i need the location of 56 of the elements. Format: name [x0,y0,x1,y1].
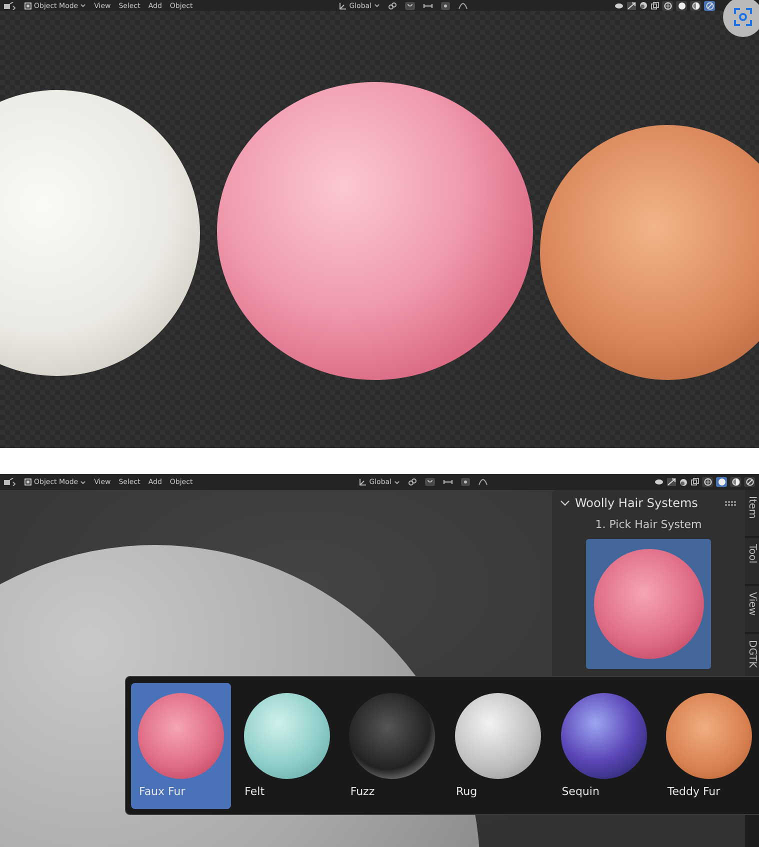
axes-icon [359,478,368,486]
option-label: Teddy Fur [666,785,720,798]
panel-title: Woolly Hair Systems [575,496,699,510]
shading-mode-button[interactable] [744,477,755,487]
visibility-icon[interactable] [614,2,624,10]
gizmo-icon[interactable] [627,2,636,10]
hair-option[interactable]: Rug [448,683,548,809]
hair-option[interactable]: Sequin [554,683,654,809]
dropdown-caret-icon [80,480,86,484]
option-label: Rug [455,785,478,798]
xray-icon[interactable] [691,478,699,486]
proportional-edit-icon[interactable] [460,478,470,486]
link-icon[interactable] [408,478,417,486]
dropdown-caret-icon [80,3,86,8]
shading-mode-button[interactable] [704,0,715,10]
shading-mode-button[interactable] [690,0,701,10]
sidebar-tab[interactable]: Item [745,490,759,536]
hair-preview-tile[interactable] [586,539,711,669]
option-label: Faux Fur [138,785,186,798]
object-mode-icon [24,478,32,486]
dropdown-caret-icon [394,480,400,484]
object-mode-icon [24,2,32,10]
xray-icon[interactable] [651,2,659,10]
axes-icon [339,2,348,10]
screenshot-lens-button[interactable] [723,0,759,37]
option-label: Felt [244,785,265,798]
shading-mode-button[interactable] [716,477,727,487]
visibility-icon[interactable] [654,478,664,486]
sidebar-tab[interactable]: View [745,586,759,632]
step-label: 1. Pick Hair System [595,518,702,531]
shading-mode-button[interactable] [662,0,673,10]
hair-option[interactable]: Faux Fur [131,683,231,809]
editor-type-icon[interactable] [4,478,16,486]
drag-grip-icon[interactable] [725,500,737,506]
dropdown-caret-icon [374,3,380,8]
shading-mode-button[interactable] [730,477,741,487]
sidebar-tab[interactable]: Tool [745,538,759,584]
falloff-curve-icon[interactable] [478,478,488,486]
collapse-chevron-icon[interactable] [560,499,570,507]
editor-type-icon[interactable] [4,2,16,10]
option-label: Fuzz [349,785,375,798]
hair-option[interactable]: Felt [236,683,336,809]
hair-option[interactable]: Fuzz [342,683,442,809]
snap-icon[interactable] [442,478,453,486]
overlays-icon[interactable] [679,478,688,486]
overlays-icon[interactable] [639,1,648,10]
hair-option[interactable]: Teddy Fur [659,683,759,809]
snap-icon[interactable] [422,2,433,10]
falloff-curve-icon[interactable] [458,2,468,10]
shading-mode-button[interactable] [676,0,687,10]
gizmo-icon[interactable] [667,478,676,486]
lens-icon [733,7,753,27]
shading-mode-button[interactable] [702,477,713,487]
link-icon[interactable] [388,2,397,10]
proportional-edit-icon[interactable] [440,2,450,10]
option-label: Sequin [560,785,600,798]
